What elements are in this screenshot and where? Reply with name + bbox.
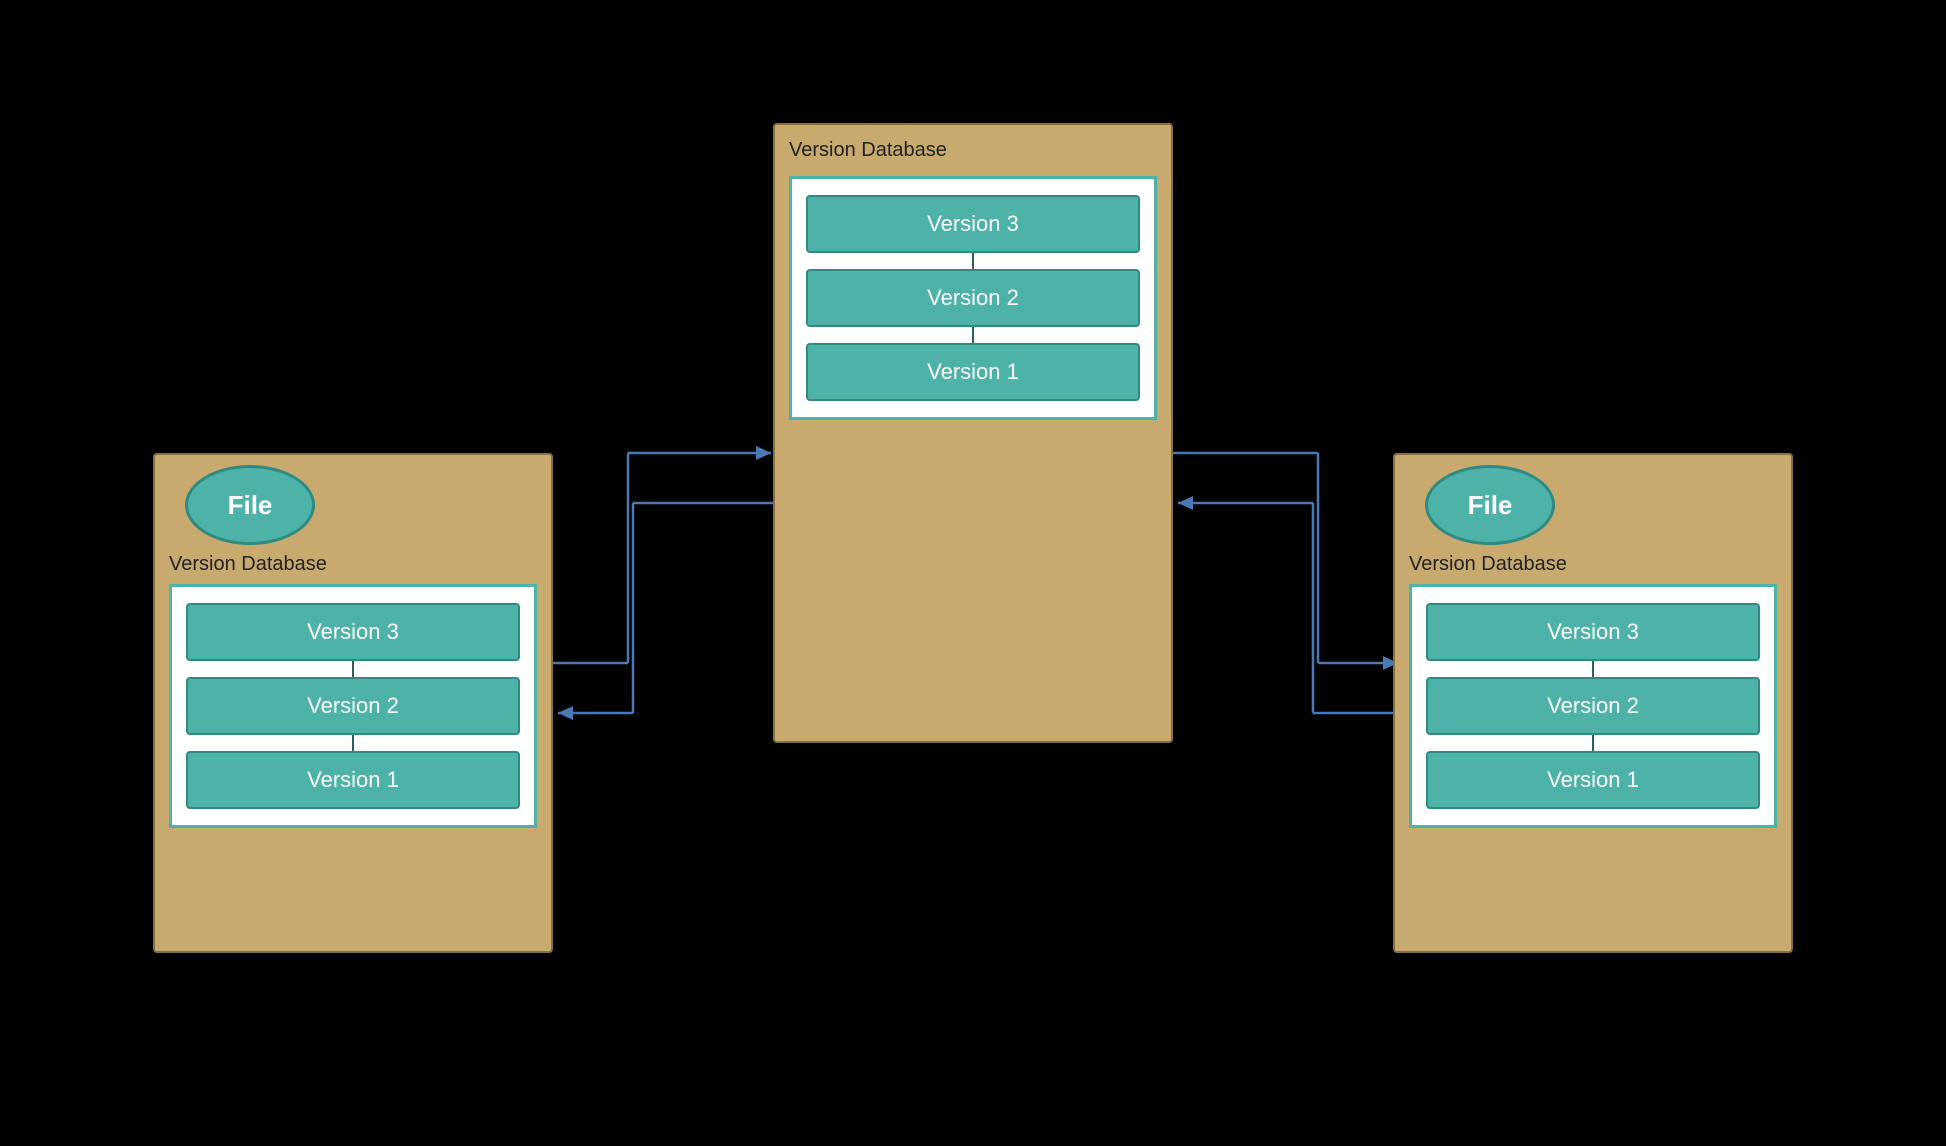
right-version-3: Version 3 xyxy=(1426,603,1760,661)
left-version-2: Version 2 xyxy=(186,677,520,735)
left-connector-2-1 xyxy=(352,735,354,751)
right-connector-3-2 xyxy=(1592,661,1594,677)
left-version-1: Version 1 xyxy=(186,751,520,809)
left-file-oval: File xyxy=(185,465,315,545)
right-inner-area: Version 3 Version 2 Version 1 xyxy=(1409,584,1777,828)
center-version-database-box: Version Database Version 3 Version 2 Ver… xyxy=(773,123,1173,743)
right-vdb-label: Version Database xyxy=(1395,545,1791,580)
right-version-1: Version 1 xyxy=(1426,751,1760,809)
left-inner-area: Version 3 Version 2 Version 1 xyxy=(169,584,537,828)
left-version-3: Version 3 xyxy=(186,603,520,661)
center-connector-3-2 xyxy=(972,253,974,269)
right-version-2: Version 2 xyxy=(1426,677,1760,735)
center-version-2: Version 2 xyxy=(806,269,1140,327)
center-box-title: Version Database xyxy=(775,125,1171,168)
center-inner-area: Version 3 Version 2 Version 1 xyxy=(789,176,1157,420)
center-version-1: Version 1 xyxy=(806,343,1140,401)
left-connector-3-2 xyxy=(352,661,354,677)
right-file-oval: File xyxy=(1425,465,1555,545)
center-version-3: Version 3 xyxy=(806,195,1140,253)
left-version-database-box: File Version Database Version 3 Version … xyxy=(153,453,553,953)
right-version-database-box: File Version Database Version 3 Version … xyxy=(1393,453,1793,953)
diagram-container: Version Database Version 3 Version 2 Ver… xyxy=(123,73,1823,1073)
center-connector-2-1 xyxy=(972,327,974,343)
left-vdb-label: Version Database xyxy=(155,545,551,580)
right-connector-2-1 xyxy=(1592,735,1594,751)
